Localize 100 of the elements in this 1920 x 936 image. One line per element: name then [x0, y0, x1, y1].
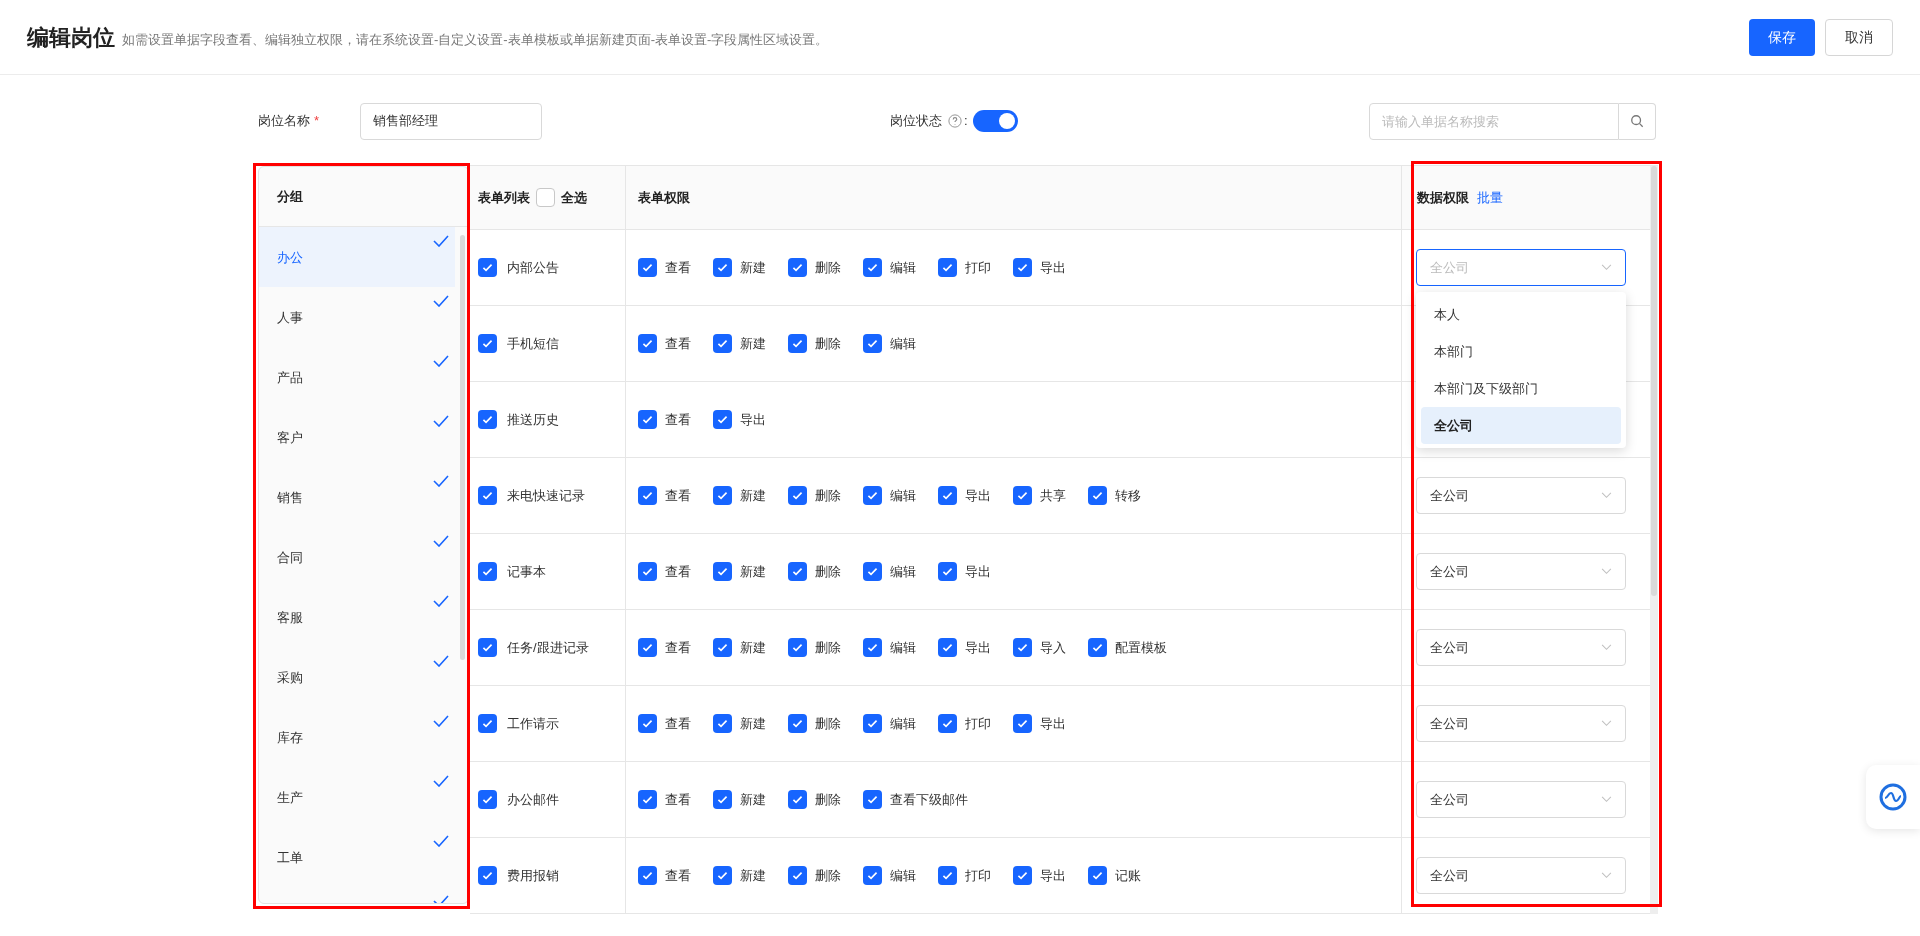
permission-checkbox[interactable]	[638, 410, 657, 429]
permission-checkbox[interactable]	[863, 866, 882, 885]
group-item[interactable]: 生产	[259, 767, 455, 827]
dropdown-option[interactable]: 全公司	[1421, 407, 1621, 444]
permission-checkbox[interactable]	[713, 714, 732, 733]
scope-select[interactable]: 全公司	[1416, 705, 1626, 742]
permission-checkbox[interactable]	[788, 258, 807, 277]
permission-checkbox[interactable]	[713, 258, 732, 277]
permission-checkbox[interactable]	[713, 790, 732, 809]
permission-checkbox[interactable]	[1088, 638, 1107, 657]
chevron-down-icon	[1601, 720, 1612, 727]
status-toggle[interactable]	[972, 110, 1018, 132]
name-field[interactable]: 销售部经理	[360, 102, 543, 140]
checkbox-label: 查看	[665, 410, 691, 429]
permission-checkbox[interactable]	[1013, 486, 1032, 505]
permission-checkbox[interactable]	[863, 790, 882, 809]
checkbox-label: 删除	[815, 486, 841, 505]
permission-checkbox[interactable]	[938, 562, 957, 581]
checkbox-label: 新建	[740, 638, 766, 657]
permission-checkbox[interactable]	[938, 486, 957, 505]
permission-checkbox[interactable]	[638, 562, 657, 581]
permission-checkbox[interactable]	[938, 258, 957, 277]
group-item[interactable]: 工单	[259, 827, 455, 887]
permission-checkbox[interactable]	[713, 562, 732, 581]
floating-assistant-button[interactable]	[1866, 765, 1920, 829]
permission-checkbox[interactable]	[788, 714, 807, 733]
permission-checkbox[interactable]	[638, 714, 657, 733]
checkbox-label: 查看下级邮件	[890, 790, 968, 809]
page-title: 编辑岗位	[27, 23, 115, 52]
group-item[interactable]: 销售	[259, 467, 455, 527]
permission-checkbox[interactable]	[863, 714, 882, 733]
search-field[interactable]: 请输入单据名称搜索	[1369, 102, 1619, 140]
cancel-button[interactable]: 取消	[1825, 18, 1893, 56]
save-button[interactable]: 保存	[1749, 18, 1815, 56]
permission-checkbox[interactable]	[788, 790, 807, 809]
scope-select[interactable]: 全公司	[1416, 629, 1626, 666]
permission-checkbox[interactable]	[863, 258, 882, 277]
permission-checkbox[interactable]	[788, 638, 807, 657]
dropdown-option[interactable]: 本人	[1421, 296, 1621, 333]
batch-link[interactable]: 批量	[1477, 187, 1503, 208]
permission-checkbox[interactable]	[638, 638, 657, 657]
permission-checkbox[interactable]	[1013, 866, 1032, 885]
form-checkbox[interactable]	[478, 334, 497, 353]
scope-select[interactable]: 全公司	[1416, 477, 1626, 514]
checkbox-label: 新建	[740, 334, 766, 353]
checkbox-label: 删除	[815, 258, 841, 277]
scope-select[interactable]: 全公司	[1416, 781, 1626, 818]
search-button[interactable]	[1619, 102, 1656, 140]
group-item[interactable]: 库存	[259, 707, 455, 767]
group-item[interactable]: 产品	[259, 347, 455, 407]
scrollbar-thumb[interactable]	[1651, 166, 1657, 596]
permission-checkbox[interactable]	[638, 866, 657, 885]
permission-checkbox[interactable]	[863, 638, 882, 657]
permission-checkbox[interactable]	[713, 410, 732, 429]
permission-checkbox[interactable]	[1088, 486, 1107, 505]
permission-checkbox[interactable]	[788, 562, 807, 581]
group-item[interactable]: 合同	[259, 527, 455, 587]
form-checkbox[interactable]	[478, 866, 497, 885]
form-checkbox[interactable]	[478, 714, 497, 733]
permission-checkbox[interactable]	[638, 790, 657, 809]
checkbox-label: 新建	[740, 258, 766, 277]
permission-checkbox[interactable]	[938, 866, 957, 885]
form-checkbox[interactable]	[478, 790, 497, 809]
group-item[interactable]: 办公	[259, 227, 455, 287]
form-checkbox[interactable]	[478, 486, 497, 505]
permission-checkbox[interactable]	[638, 486, 657, 505]
group-item[interactable]: 人事	[259, 287, 455, 347]
permission-checkbox[interactable]	[863, 486, 882, 505]
permission-checkbox[interactable]	[1013, 714, 1032, 733]
permission-checkbox[interactable]	[1088, 866, 1107, 885]
permission-checkbox[interactable]	[788, 866, 807, 885]
permission-checkbox[interactable]	[788, 334, 807, 353]
permission-checkbox[interactable]	[638, 258, 657, 277]
permission-checkbox[interactable]	[938, 638, 957, 657]
form-checkbox[interactable]	[478, 638, 497, 657]
checkbox-label: 编辑	[890, 258, 916, 277]
permission-checkbox[interactable]	[713, 334, 732, 353]
group-item[interactable]: 客服	[259, 587, 455, 647]
group-item[interactable]: 采购	[259, 647, 455, 707]
permission-checkbox[interactable]	[713, 866, 732, 885]
scope-select[interactable]: 全公司	[1416, 553, 1626, 590]
group-item[interactable]: 客户	[259, 407, 455, 467]
permission-checkbox[interactable]	[713, 486, 732, 505]
form-checkbox[interactable]	[478, 562, 497, 581]
dropdown-option[interactable]: 本部门及下级部门	[1421, 370, 1621, 407]
checkbox-label: 新建	[740, 562, 766, 581]
permission-checkbox[interactable]	[638, 334, 657, 353]
scope-select[interactable]: 全公司	[1416, 857, 1626, 894]
permission-checkbox[interactable]	[1013, 258, 1032, 277]
permission-checkbox[interactable]	[1013, 638, 1032, 657]
permission-checkbox[interactable]	[938, 714, 957, 733]
permission-checkbox[interactable]	[863, 334, 882, 353]
permission-checkbox[interactable]	[713, 638, 732, 657]
permission-checkbox[interactable]	[863, 562, 882, 581]
permission-checkbox[interactable]	[788, 486, 807, 505]
form-checkbox[interactable]	[478, 258, 497, 277]
dropdown-option[interactable]: 本部门	[1421, 333, 1621, 370]
form-checkbox[interactable]	[478, 410, 497, 429]
select-all-checkbox[interactable]	[536, 188, 555, 207]
checkbox-label: 删除	[815, 790, 841, 809]
